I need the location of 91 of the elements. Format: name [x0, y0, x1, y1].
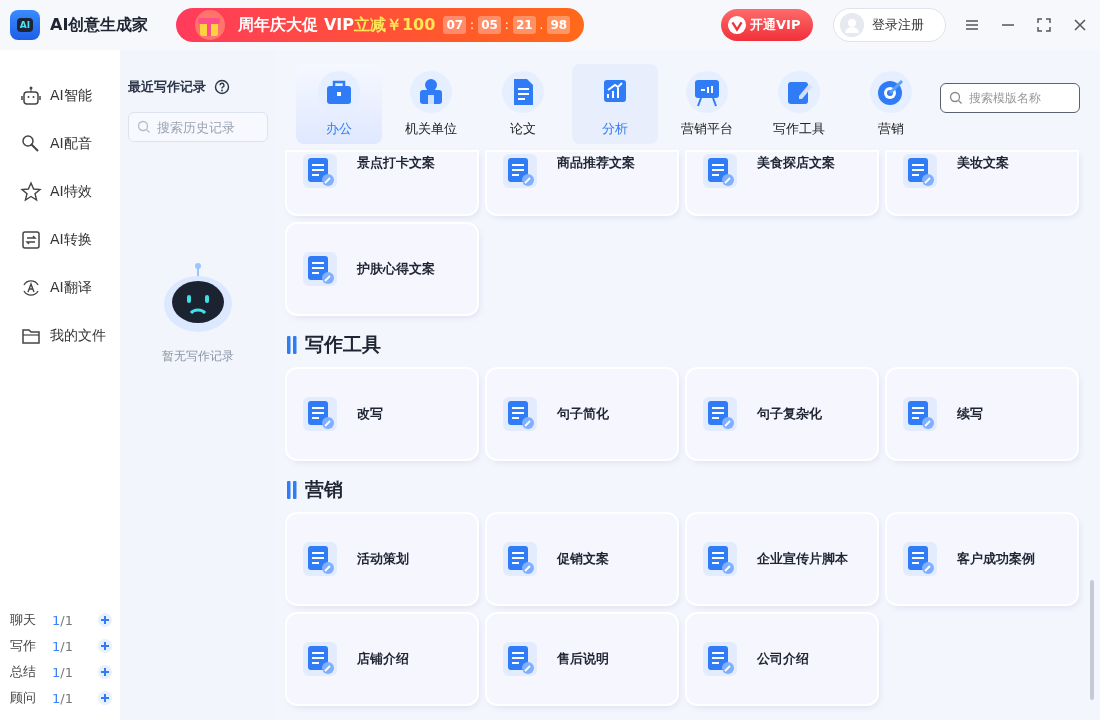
- quota-total: /1: [60, 690, 74, 706]
- document-pen-icon: [303, 154, 337, 188]
- promo-title: 周年庆大促 VIP: [238, 14, 354, 36]
- search-field[interactable]: 搜索历史记录: [128, 112, 268, 142]
- fullscreen-icon[interactable]: [1034, 15, 1054, 35]
- template-card[interactable]: 句子复杂化: [687, 369, 877, 459]
- app-name: AI创意生成家: [50, 14, 149, 36]
- countdown-separator: .: [538, 18, 545, 32]
- add-icon[interactable]: [98, 613, 113, 627]
- category-tab[interactable]: 营销: [848, 63, 934, 144]
- document-pen-icon: [503, 542, 537, 576]
- countdown-digits: 98: [547, 16, 571, 34]
- template-card[interactable]: 改写: [287, 369, 477, 459]
- template-card[interactable]: 美食探店文案: [687, 152, 877, 214]
- sidebar-item[interactable]: AI配音: [20, 120, 121, 168]
- document-icon: [501, 69, 545, 114]
- template-card[interactable]: 美妆文案: [887, 152, 1077, 214]
- building-icon: [409, 69, 453, 114]
- add-icon[interactable]: [98, 639, 113, 653]
- document-pen-icon: [303, 542, 337, 576]
- sidebar-item[interactable]: AI特效: [20, 168, 121, 216]
- template-card[interactable]: 护肤心得文案: [287, 224, 477, 314]
- quota-used: 1: [52, 664, 61, 680]
- add-icon[interactable]: [98, 691, 113, 705]
- swap-icon: [20, 229, 42, 251]
- document-pen-icon: [503, 397, 537, 431]
- template-card[interactable]: 公司介绍: [687, 614, 877, 704]
- scrollbar[interactable]: [1090, 580, 1094, 700]
- sidebar-item[interactable]: AI转换: [20, 216, 121, 264]
- template-card[interactable]: 景点打卡文案: [287, 152, 477, 214]
- empty-message: 暂无写作记录: [161, 348, 236, 365]
- category-tab[interactable]: 营销平台: [664, 63, 750, 144]
- target-icon: [869, 69, 913, 114]
- history-title: 最近写作记录: [128, 78, 207, 96]
- template-card[interactable]: 店铺介绍: [287, 614, 477, 704]
- quota-label: 写作: [10, 637, 37, 655]
- quota-used: 1: [52, 612, 61, 628]
- section-title: 营销: [305, 476, 343, 502]
- quota-label: 聊天: [10, 611, 37, 629]
- help-icon: [214, 79, 231, 95]
- document-pen-icon: [503, 154, 537, 188]
- quota-used: 1: [52, 638, 61, 654]
- countdown-separator: :: [469, 18, 476, 32]
- template-card[interactable]: 促销文案: [487, 514, 677, 604]
- quota-label: 顾问: [10, 689, 37, 707]
- template-card[interactable]: 售后说明: [487, 614, 677, 704]
- document-pen-icon: [703, 642, 737, 676]
- document-pen-icon: [503, 642, 537, 676]
- quota-total: /1: [60, 612, 74, 628]
- document-pen-icon: [903, 542, 937, 576]
- template-card[interactable]: 商品推荐文案: [487, 152, 677, 214]
- document-pen-icon: [703, 397, 737, 431]
- section-title: 写作工具: [305, 331, 381, 357]
- robot-icon: [20, 85, 42, 107]
- countdown-digits: 05: [478, 16, 501, 34]
- category-tab[interactable]: 写作工具: [756, 63, 842, 144]
- template-card[interactable]: 续写: [887, 369, 1077, 459]
- quota-used: 1: [52, 690, 61, 706]
- app-logo: AI: [10, 10, 40, 40]
- document-pen-icon: [903, 154, 937, 188]
- section-marker-icon: [287, 335, 297, 354]
- star-icon: [20, 181, 42, 203]
- login-button[interactable]: 登录注册: [833, 8, 946, 42]
- template-card[interactable]: 句子简化: [487, 369, 677, 459]
- template-card[interactable]: 活动策划: [287, 514, 477, 604]
- sidebar-item[interactable]: 我的文件: [20, 312, 121, 360]
- category-tab[interactable]: 论文: [480, 63, 566, 144]
- quota-label: 总结: [10, 663, 37, 681]
- category-tab[interactable]: 机关单位: [388, 63, 474, 144]
- quota-total: /1: [60, 638, 74, 654]
- countdown-digits: 07: [443, 16, 467, 34]
- countdown-digits: 21: [512, 16, 536, 34]
- document-pen-icon: [703, 542, 737, 576]
- countdown-separator: :: [503, 18, 510, 32]
- document-pen-icon: [703, 154, 737, 188]
- quota-total: /1: [60, 664, 74, 680]
- document-pen-icon: [303, 642, 337, 676]
- template-card[interactable]: 企业宣传片脚本: [687, 514, 877, 604]
- document-pen-icon: [303, 397, 337, 431]
- template-search-field[interactable]: 搜索模版名称: [940, 82, 1080, 113]
- promo-offer: 立减￥100: [354, 14, 436, 36]
- sidebar-item[interactable]: AI翻译: [20, 264, 121, 312]
- presentation-board-icon: [685, 69, 729, 114]
- pen-note-icon: [777, 69, 821, 114]
- sidebar-item[interactable]: AI智能: [20, 72, 121, 120]
- section-marker-icon: [287, 480, 297, 499]
- add-icon[interactable]: [98, 665, 113, 679]
- document-pen-icon: [303, 252, 337, 286]
- category-tab[interactable]: 分析: [572, 63, 658, 144]
- template-card[interactable]: 客户成功案例: [887, 514, 1077, 604]
- document-pen-icon: [903, 397, 937, 431]
